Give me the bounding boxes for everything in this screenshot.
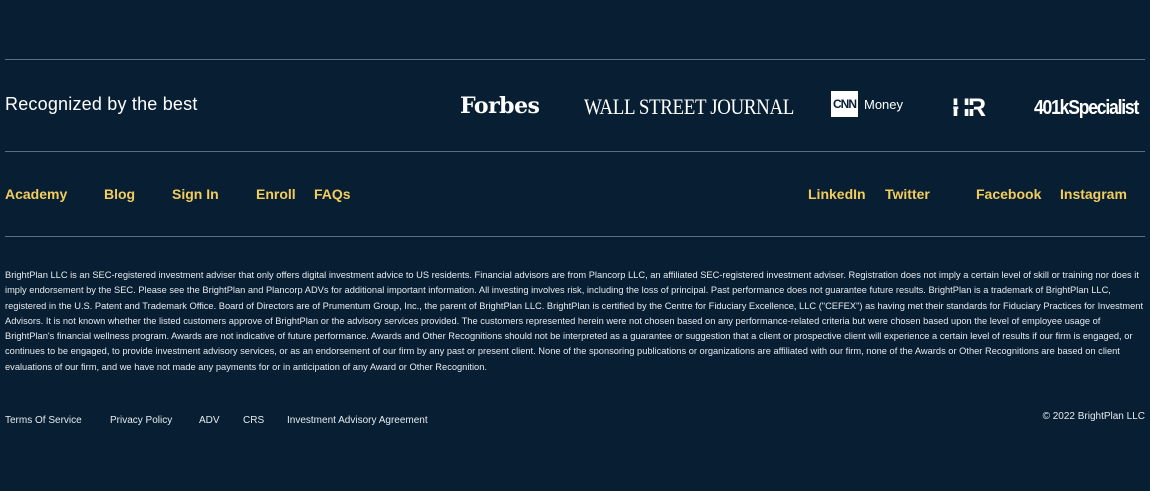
nav-enroll-link[interactable]: Enroll [256, 186, 296, 202]
401k-specialist-logo: 401kSpecialist [1034, 97, 1139, 119]
adv-link[interactable]: ADV [199, 415, 220, 426]
nav-faqs-link[interactable]: FAQs [314, 186, 351, 202]
social-twitter-link[interactable]: Twitter [885, 186, 930, 202]
crs-link[interactable]: CRS [243, 415, 264, 426]
hr-technologist-mark: HR TECHNOLOGIST [952, 94, 988, 122]
social-instagram-link[interactable]: Instagram [1060, 186, 1127, 202]
forbes-logo: Forbes [460, 93, 540, 119]
cnn-mark: CNN [831, 91, 858, 117]
terms-of-service-link[interactable]: Terms Of Service [5, 415, 82, 426]
nav-sign-in-link[interactable]: Sign In [172, 186, 219, 202]
social-facebook-link[interactable]: Facebook [976, 186, 1041, 202]
copyright-notice: © 2022 BrightPlan LLC [1042, 411, 1145, 422]
social-linkedin-link[interactable]: LinkedIn [808, 186, 866, 202]
investment-advisory-agreement-link[interactable]: Investment Advisory Agreement [287, 415, 428, 426]
cnn-money-label: Money [864, 96, 904, 112]
privacy-policy-link[interactable]: Privacy Policy [110, 415, 172, 426]
legal-disclaimer: BrightPlan LLC is an SEC-registered inve… [5, 270, 1144, 372]
top-divider [5, 59, 1145, 60]
nav-academy-link[interactable]: Academy [5, 186, 67, 202]
middle-divider [5, 151, 1145, 152]
wsj-logo: WALL STREET JOURNAL [584, 94, 794, 119]
cnn-money-logo: CNN Money [831, 91, 903, 117]
hr-technologist-logo: HR TECHNOLOGIST [952, 94, 992, 127]
recognized-heading: Recognized by the best [5, 94, 198, 114]
nav-blog-link[interactable]: Blog [104, 186, 135, 202]
bottom-divider [5, 236, 1145, 237]
